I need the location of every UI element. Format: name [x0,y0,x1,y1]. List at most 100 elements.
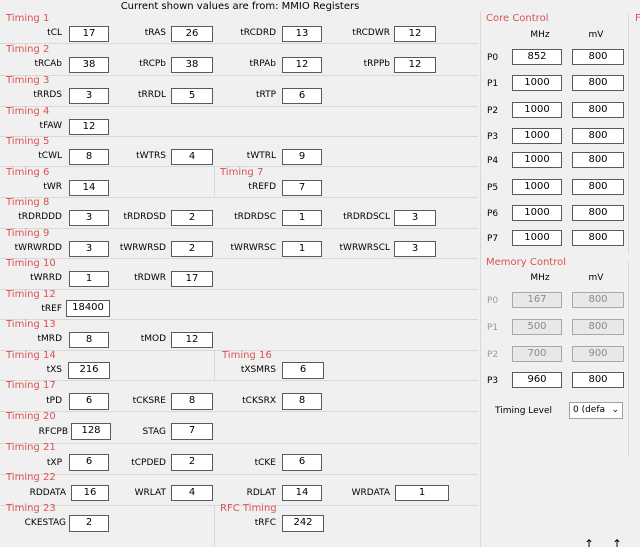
timing12-title: Timing 12 [6,289,56,300]
WRDATA-input[interactable]: 1 [395,485,449,501]
WRLAT-input[interactable]: 4 [171,485,213,501]
tREF-label: tREF [41,304,62,314]
tREF-input[interactable]: 18400 [66,300,110,317]
tFAW-label: tFAW [39,121,62,131]
tWRWRSC-input[interactable]: 1 [282,241,322,257]
tCPDED-input[interactable]: 2 [171,454,213,471]
core-mv-input[interactable]: 800 [572,75,624,91]
tREFD-label: tREFD [248,182,276,192]
tRDRDSC-input[interactable]: 1 [282,210,322,226]
arrow-icon[interactable]: ↥ [584,538,594,547]
core-pstate-label: P0 [487,53,499,63]
tRDWR-label: tRDWR [134,273,166,283]
tCKSRX-input[interactable]: 8 [282,393,322,410]
core-mv-input[interactable]: 800 [572,128,624,144]
right-panel-edge: F [635,13,640,24]
core-mv-input[interactable]: 800 [572,49,624,65]
memory-pstate-label: P1 [487,323,499,333]
timing4-title: Timing 4 [6,106,50,117]
tCKSRE-input[interactable]: 8 [171,393,213,410]
RDLAT-label: RDLAT [246,488,276,498]
core-mv-input[interactable]: 800 [572,230,624,246]
tFAW-input[interactable]: 12 [69,119,109,135]
tPD-label: tPD [46,396,62,406]
core-mv-input[interactable]: 800 [572,179,624,195]
tRDWR-input[interactable]: 17 [171,271,213,287]
tXS-input[interactable]: 216 [68,362,110,379]
RDDATA-input[interactable]: 16 [71,485,109,501]
STAG-input[interactable]: 7 [171,423,213,440]
separator [0,411,478,412]
core-pstate-label: P3 [487,132,499,142]
tRAS-input[interactable]: 26 [171,26,213,42]
separator [0,258,478,259]
core-mv-input[interactable]: 800 [572,205,624,221]
tPD-input[interactable]: 6 [69,393,109,410]
tCL-input[interactable]: 17 [69,26,109,42]
tWRWRDD-input[interactable]: 3 [69,241,109,257]
core-mhz-input[interactable]: 1000 [512,230,562,246]
tMRD-input[interactable]: 8 [69,332,109,348]
core-mhz-input[interactable]: 1000 [512,205,562,221]
tWRWRSCL-label: tWRWRSCL [339,243,390,253]
memory-mhz-input[interactable]: 960 [512,372,562,388]
core-mhz-input[interactable]: 1000 [512,179,562,195]
tXP-input[interactable]: 6 [69,454,109,471]
tRDRDSCL-input[interactable]: 3 [394,210,436,226]
core-mhz-input[interactable]: 1000 [512,75,562,91]
timing-level-select[interactable]: 0 (defa ⌄ [569,402,623,419]
tWRWRSCL-input[interactable]: 3 [394,241,436,257]
tRCDRD-input[interactable]: 13 [282,26,322,42]
tMOD-input[interactable]: 12 [171,332,213,348]
timing14-16-divider [214,350,215,380]
tRAS-label: tRAS [144,28,166,38]
memory-mv-input[interactable]: 800 [572,372,624,388]
tRCAb-input[interactable]: 38 [69,57,109,73]
tWTRS-input[interactable]: 4 [171,149,213,165]
tREFD-input[interactable]: 7 [282,180,322,196]
tRRDS-input[interactable]: 3 [69,88,109,104]
memory-mhz-input: 500 [512,319,562,335]
tRCDRD-label: tRCDRD [240,28,276,38]
timing23-title: Timing 23 [6,503,56,514]
tWRRD-input[interactable]: 1 [69,271,109,287]
tCWL-input[interactable]: 8 [69,149,109,165]
tRDRDDD-input[interactable]: 3 [69,210,109,226]
tWTRL-input[interactable]: 9 [282,149,322,165]
core-mhz-input[interactable]: 1000 [512,102,562,118]
core-mhz-input[interactable]: 1000 [512,128,562,144]
core-mv-input[interactable]: 800 [572,102,624,118]
tRTP-input[interactable]: 6 [282,88,322,104]
tRFC-label: tRFC [254,518,276,528]
tRPAb-input[interactable]: 12 [282,57,322,73]
tXSMRS-input[interactable]: 6 [282,362,324,379]
tRDRDDD-label: tRDRDDD [18,212,62,222]
tRDRDSCL-label: tRDRDSCL [343,212,390,222]
core-pstate-label: P2 [487,106,499,116]
tRCPb-input[interactable]: 38 [171,57,213,73]
tRPAb-label: tRPAb [249,59,276,69]
core-mhz-input[interactable]: 852 [512,49,562,65]
core-pstate-label: P6 [487,209,499,219]
memory-mv-input: 900 [572,346,624,362]
tRDRDSD-input[interactable]: 2 [171,210,213,226]
tRPPb-label: tRPPb [363,59,390,69]
tRRDL-input[interactable]: 5 [171,88,213,104]
tWRWRSD-input[interactable]: 2 [171,241,213,257]
tCKE-input[interactable]: 6 [282,454,322,471]
tRFC-input[interactable]: 242 [282,515,324,532]
core-mhz-input[interactable]: 1000 [512,152,562,168]
tXSMRS-label: tXSMRS [240,365,276,375]
tRCDWR-input[interactable]: 12 [394,26,436,42]
core-mv-input[interactable]: 800 [572,152,624,168]
separator [0,228,478,229]
RFCPB-input[interactable]: 128 [71,423,111,440]
tRPPb-input[interactable]: 12 [394,57,436,73]
RDLAT-input[interactable]: 14 [282,485,322,501]
memory-control-right-edge [628,262,629,457]
CKESTAG-input[interactable]: 2 [69,515,109,532]
tWR-input[interactable]: 14 [69,180,109,196]
timing2-title: Timing 2 [6,44,50,55]
arrow-icon[interactable]: ↑ [612,538,622,547]
tCPDED-label: tCPDED [131,458,166,468]
